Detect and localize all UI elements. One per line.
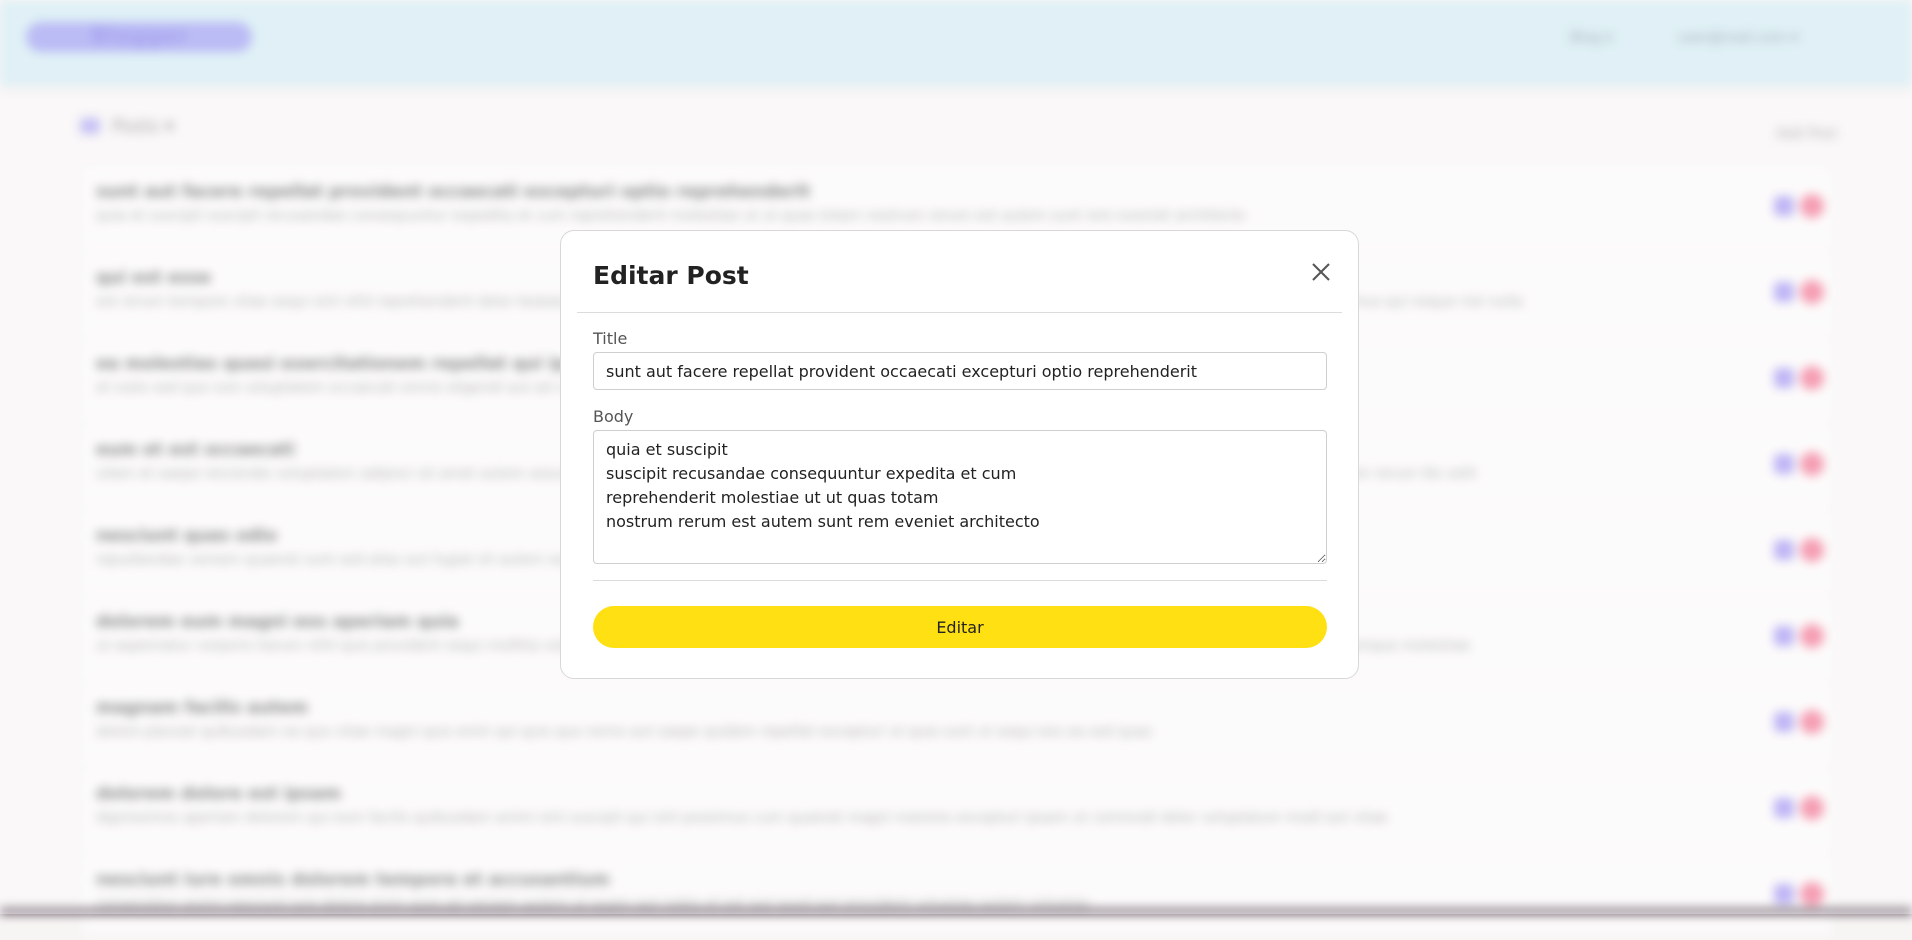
modal-title: Editar Post (593, 261, 749, 290)
title-input[interactable] (593, 352, 1327, 390)
edit-post-modal: Editar Post Title Body quia et suscipit … (560, 230, 1359, 679)
body-label: Body (593, 407, 634, 426)
body-textarea[interactable]: quia et suscipit suscipit recusandae con… (593, 430, 1327, 564)
title-label: Title (593, 329, 628, 348)
modal-header: Editar Post (577, 231, 1342, 313)
editar-button[interactable]: Editar (593, 606, 1327, 648)
close-icon (1312, 263, 1330, 281)
modal-divider (593, 580, 1327, 581)
close-button[interactable] (1308, 259, 1334, 285)
